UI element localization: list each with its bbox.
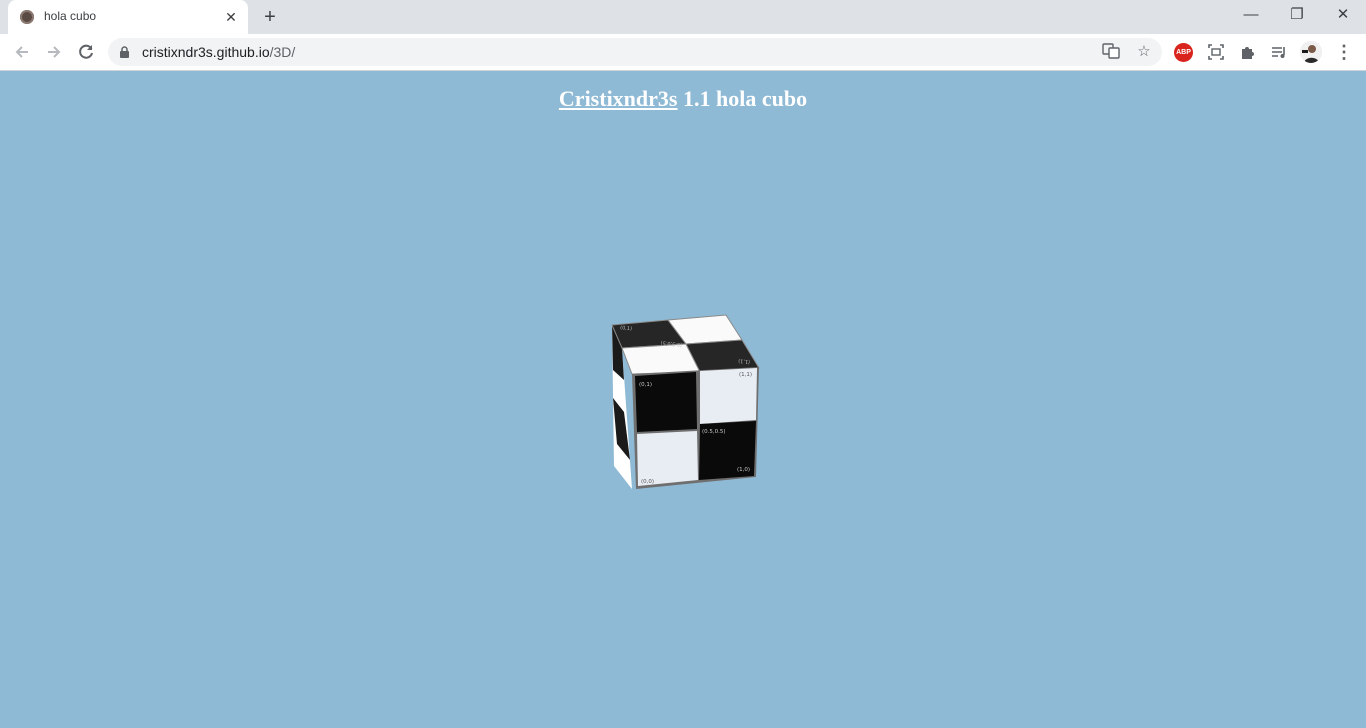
reload-button[interactable] [72, 38, 100, 66]
lock-icon [120, 46, 129, 58]
menu-kebab-icon[interactable]: ⋮ [1332, 40, 1356, 64]
translate-glyph-icon [1102, 43, 1120, 59]
new-tab-button[interactable]: + [258, 6, 282, 28]
adblock-extension-button[interactable]: ABP [1174, 43, 1193, 62]
front-label-bottom-left: (0,0) [641, 479, 654, 485]
cube-front-tile-light-bottom-left [637, 431, 698, 486]
top-label-back-left: (0,1) [620, 325, 632, 332]
forward-arrow-icon [48, 46, 61, 58]
page-title: Cristixndr3s 1.1 hola cubo [0, 86, 1366, 112]
extensions-puzzle-icon[interactable] [1236, 40, 1260, 64]
close-window-button[interactable]: ✕ [1320, 0, 1366, 32]
top-label-front-right: (1,1) [738, 357, 750, 364]
address-bar[interactable]: cristixndr3s.github.io/3D/ ☆ [108, 38, 1162, 66]
title-text: 1.1 hola cubo [677, 86, 808, 111]
url-text: cristixndr3s.github.io/3D/ [142, 44, 295, 60]
cube-front-tile-dark-top-left [635, 372, 697, 432]
tab-strip: hola cubo ✕ + — ❐ ✕ [0, 0, 1366, 34]
author-link[interactable]: Cristixndr3s [559, 86, 678, 111]
restore-button[interactable]: ❐ [1274, 0, 1320, 32]
url-path: /3D/ [269, 44, 296, 60]
url-host: cristixndr3s.github.io [142, 44, 270, 60]
back-button[interactable] [8, 38, 36, 66]
playlist-icon [1272, 47, 1285, 58]
front-label-center: (0.5,0.5) [702, 429, 726, 435]
puzzle-icon [1242, 47, 1254, 59]
front-label-bottom-right: (1,0) [737, 467, 750, 473]
front-label-top-left: (0,1) [639, 382, 652, 388]
tab-close-icon[interactable]: ✕ [222, 8, 240, 26]
profile-avatar[interactable] [1300, 41, 1322, 63]
avatar-icon [1300, 41, 1322, 63]
translate-icon[interactable] [1101, 42, 1121, 62]
capture-frame-icon [1208, 44, 1224, 60]
back-arrow-icon [15, 46, 28, 58]
forward-button[interactable] [40, 38, 68, 66]
reload-icon [79, 44, 93, 59]
checker-cube[interactable]: (0,1) (0.5,0.5) (1,1) (0,1) (1,1) (0.5,0… [606, 312, 766, 494]
active-tab[interactable]: hola cubo ✕ [8, 0, 248, 34]
browser-toolbar: cristixndr3s.github.io/3D/ ☆ ABP ⋮ [0, 34, 1366, 71]
minimize-button[interactable]: — [1228, 0, 1274, 32]
media-control-icon[interactable] [1267, 40, 1291, 64]
screen-capture-extension-icon[interactable] [1204, 40, 1228, 64]
front-label-top-right: (1,1) [739, 372, 752, 378]
bookmark-star-icon[interactable]: ☆ [1134, 42, 1154, 62]
favicon-icon [20, 10, 34, 24]
tab-title: hola cubo [44, 9, 97, 23]
